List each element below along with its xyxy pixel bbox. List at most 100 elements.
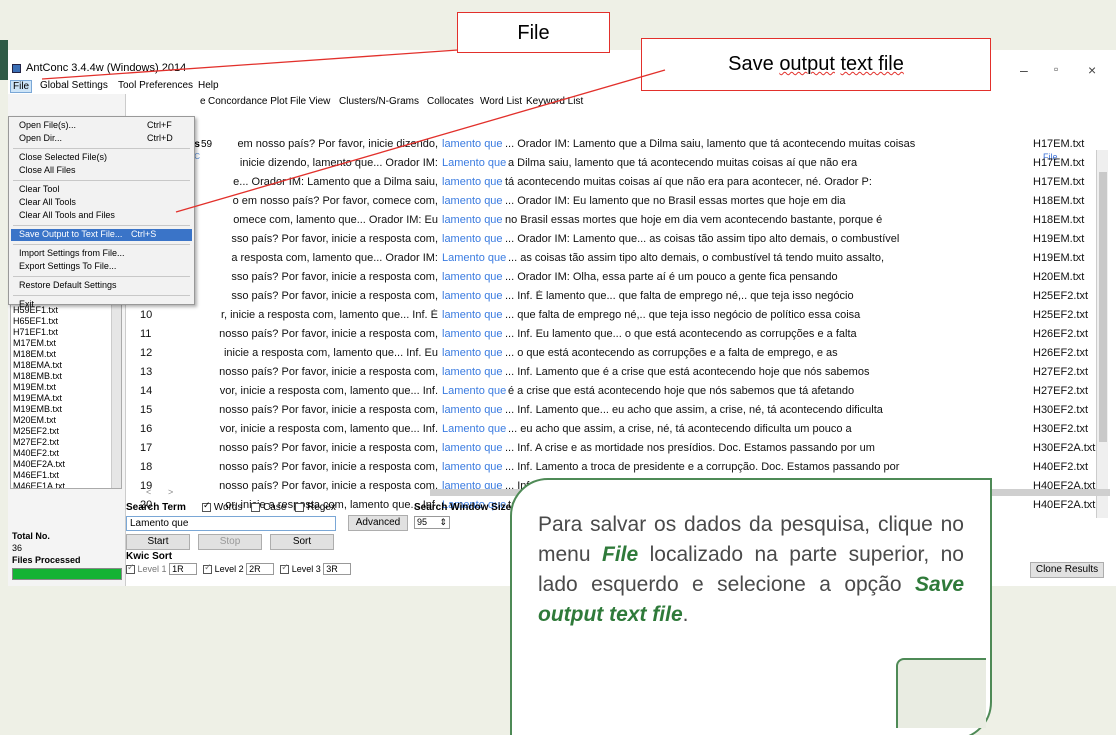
file-menu-item[interactable]: Export Settings To File... [19,261,189,273]
keyword-in-context[interactable]: Lamento que [442,423,506,435]
keyword-in-context[interactable]: lamento que [442,461,503,473]
close-icon[interactable]: × [1088,62,1096,78]
row-file-name[interactable]: H20EM.txt [1033,271,1084,283]
concordance-row[interactable]: 17 nosso país? Por favor, inicie a respos… [120,442,1104,461]
menu-global-settings[interactable]: Global Settings [40,80,108,91]
file-menu-item[interactable]: Clear All Tools [19,197,189,209]
minimize-icon[interactable]: – [1020,62,1028,78]
concordance-results[interactable]: em nosso país? Por favor, inicie dizendo… [120,138,1104,511]
case-checkbox[interactable] [251,502,261,512]
keyword-in-context[interactable]: lamento que [442,404,503,416]
words-checkbox[interactable] [202,500,211,512]
concordance-row[interactable]: sso país? Por favor, inicie a resposta c… [120,233,1104,252]
row-file-name[interactable]: H27EF2.txt [1033,366,1088,378]
row-file-name[interactable]: H19EM.txt [1033,252,1084,264]
row-file-name[interactable]: H18EM.txt [1033,214,1084,226]
concordance-row[interactable]: e... Orador IM: Lamento que a Dilma saiu… [120,176,1104,195]
tab-file-view[interactable]: File View [290,96,330,107]
concordance-row[interactable]: inicie dizendo, lamento que... Orador IM… [120,157,1104,176]
file-menu-item[interactable]: Close Selected File(s) [19,152,189,164]
file-menu-item[interactable]: Import Settings from File... [19,248,189,260]
file-menu-item[interactable]: Exit [19,299,189,311]
file-menu-item[interactable]: Save Output to Text File... Ctrl+S [11,229,192,241]
file-list-item[interactable]: M19EMA.txt [13,393,121,404]
file-list-item[interactable]: M27EF2.txt [13,437,121,448]
row-file-name[interactable]: H30EF2A.txt [1033,442,1095,454]
keyword-in-context[interactable]: lamento que [442,271,503,283]
clone-results-button[interactable]: Clone Results [1030,562,1104,578]
level2-checkbox[interactable] [203,562,213,575]
file-menu-item[interactable]: Open Dir... Ctrl+D [19,133,189,145]
row-file-name[interactable]: H25EF2.txt [1033,309,1088,321]
keyword-in-context[interactable]: lamento que [442,138,503,150]
regex-checkbox[interactable] [295,502,305,512]
file-menu-item[interactable]: Close All Files [19,165,189,177]
row-file-name[interactable]: H19EM.txt [1033,233,1084,245]
keyword-in-context[interactable]: lamento que [442,195,503,207]
scrollbar-thumb[interactable] [1099,172,1107,442]
concordance-row[interactable]: sso país? Por favor, inicie a resposta c… [120,290,1104,309]
level1-select[interactable]: 1R [169,563,197,575]
file-list-item[interactable]: M40EF2A.txt [13,459,121,470]
tab-keyword-list[interactable]: Keyword List [526,96,583,107]
concordance-row[interactable]: 11 nosso país? Por favor, inicie a respos… [120,328,1104,347]
file-list-item[interactable]: M17EM.txt [13,338,121,349]
file-menu-item[interactable]: Clear All Tools and Files [19,210,189,222]
keyword-in-context[interactable]: lamento que [442,233,503,245]
concordance-row[interactable]: em nosso país? Por favor, inicie dizendo… [120,138,1104,157]
file-list-item[interactable]: M18EMA.txt [13,360,121,371]
keyword-in-context[interactable]: lamento que [442,214,503,226]
search-input[interactable]: Lamento que [126,516,336,531]
tab-collocates[interactable]: Collocates [427,96,474,107]
row-file-name[interactable]: H30EF2.txt [1033,404,1088,416]
concordance-row[interactable]: sso país? Por favor, inicie a resposta c… [120,271,1104,290]
corpus-file-list[interactable]: H59EF1.txt H65EF1.txt H71EF1.txt M17EM.txt M… [10,304,122,489]
restore-icon[interactable]: ▫ [1054,62,1058,76]
keyword-in-context[interactable]: lamento que [442,176,503,188]
scroll-right-icon[interactable]: > [168,487,173,497]
concordance-row[interactable]: 16 vor, inicie a resposta com, lamento qu… [120,423,1104,442]
file-list-item[interactable]: H71EF1.txt [13,327,121,338]
row-file-name[interactable]: H18EM.txt [1033,195,1084,207]
file-list-item[interactable]: M18EM.txt [13,349,121,360]
file-menu-item[interactable]: Clear Tool [19,184,189,196]
keyword-in-context[interactable]: Lamento que [442,157,506,169]
row-file-name[interactable]: H17EM.txt [1033,176,1084,188]
concordance-row[interactable]: o em nosso país? Por favor, comece com, l… [120,195,1104,214]
row-file-name[interactable]: H27EF2.txt [1033,385,1088,397]
file-list-item[interactable]: M46EF1A.txt [13,481,121,488]
keyword-in-context[interactable]: lamento que [442,442,503,454]
menu-file[interactable]: File [10,80,33,93]
concordance-row[interactable]: a resposta com, lamento que... Orador IM… [120,252,1104,271]
keyword-in-context[interactable]: Lamento que [442,385,506,397]
concordance-row[interactable]: omece com, lamento que... Orador IM: Eu l… [120,214,1104,233]
level2-select[interactable]: 2R [246,563,274,575]
file-list-item[interactable]: M40EF2.txt [13,448,121,459]
file-list-item[interactable]: M46EF1.txt [13,470,121,481]
file-list-item[interactable]: M25EF2.txt [13,426,121,437]
file-menu-item[interactable]: Open File(s)... Ctrl+F [19,120,189,132]
level3-checkbox[interactable] [280,562,290,575]
concordance-row[interactable]: 14 vor, inicie a resposta com, lamento qu… [120,385,1104,404]
scroll-left-icon[interactable]: < [146,487,151,497]
tab-concordance-plot[interactable]: Concordance Plot [208,96,288,107]
file-list-item[interactable]: H65EF1.txt [13,316,121,327]
concordance-row[interactable]: 15 nosso país? Por favor, inicie a respos… [120,404,1104,423]
tab-concordance[interactable]: e [200,96,206,107]
row-file-name[interactable]: H25EF2.txt [1033,290,1088,302]
row-file-name[interactable]: H30EF2.txt [1033,423,1088,435]
tab-word-list[interactable]: Word List [480,96,522,107]
row-file-name[interactable]: H17EM.txt [1033,157,1084,169]
menu-tool-preferences[interactable]: Tool Preferences [118,80,193,91]
file-menu-item[interactable]: Restore Default Settings [19,280,189,292]
window-size-spinner[interactable]: 95 ⇕ [414,516,450,529]
row-file-name[interactable]: H26EF2.txt [1033,328,1088,340]
keyword-in-context[interactable]: lamento que [442,309,503,321]
keyword-in-context[interactable]: lamento que [442,366,503,378]
file-list-item[interactable]: M19EMB.txt [13,404,121,415]
menu-help[interactable]: Help [198,80,219,91]
sort-button[interactable]: Sort [270,534,334,550]
concordance-row[interactable]: 10 r, inicie a resposta com, lamento que.… [120,309,1104,328]
start-button[interactable]: Start [126,534,190,550]
level1-checkbox[interactable] [126,562,135,575]
